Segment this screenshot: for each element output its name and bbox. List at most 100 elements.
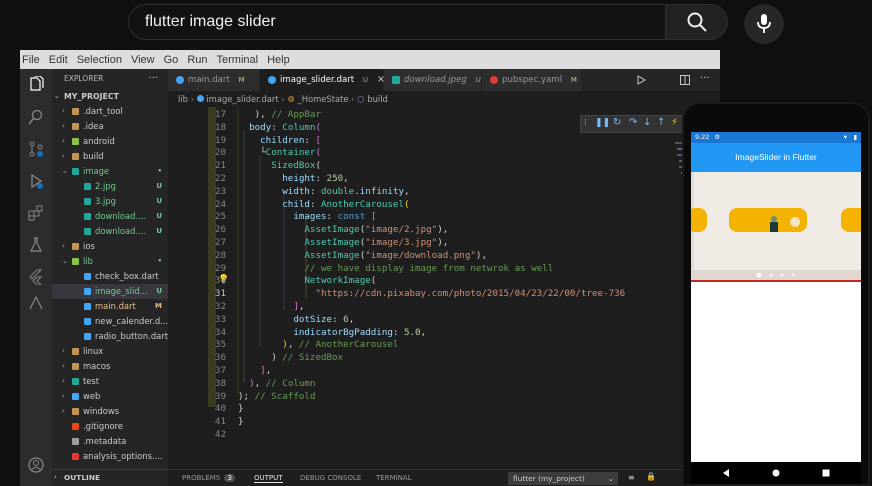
folder-item[interactable]: › android (52, 134, 168, 149)
clear-output-icon[interactable]: ≡ (628, 473, 635, 482)
tab-pubspec-yaml[interactable]: pubspec.yaml M (482, 69, 582, 91)
file-item[interactable]: .metadata (52, 434, 168, 449)
code-line[interactable]: AssetImage("image/3.jpg"), (238, 237, 448, 248)
tree-item-label: build (83, 151, 104, 161)
image-carousel[interactable] (691, 172, 861, 280)
code-line[interactable]: "https://cdn.pixabay.com/photo/2015/04/2… (238, 288, 625, 299)
code-line[interactable]: dotSize: 6, (238, 314, 354, 325)
code-line[interactable]: ), // AppBar (238, 109, 321, 120)
code-editor[interactable]: 💡 17 ), // AppBar 18 body: Column(19 chil… (168, 107, 720, 469)
code-line[interactable]: ) // SizedBox (238, 352, 343, 363)
project-root[interactable]: ⌄ MY_PROJECT (52, 89, 168, 104)
source-control-icon[interactable] (28, 141, 44, 157)
tab-image-slider-dart[interactable]: image_slider.dart U × (260, 69, 385, 91)
flutter-icon[interactable] (28, 269, 44, 285)
code-line[interactable]: body: Column( (238, 122, 321, 133)
code-line[interactable]: indicatorBgPadding: 5.0, (238, 327, 426, 338)
code-line[interactable]: ], (238, 365, 271, 376)
home-icon[interactable] (771, 468, 781, 478)
menu-terminal[interactable]: Terminal (217, 54, 259, 66)
folder-item[interactable]: › macos (52, 359, 168, 374)
file-item[interactable]: radio_button.dart (52, 329, 168, 344)
folder-item[interactable]: › .dart_tool (52, 104, 168, 119)
search-icon[interactable] (28, 109, 44, 125)
code-line[interactable]: AssetImage("image/2.jpg"), (238, 224, 448, 235)
file-icon (84, 183, 91, 190)
tab-terminal[interactable]: TERMINAL (376, 474, 412, 482)
output-channel-select[interactable]: flutter (my_project) ⌄ (508, 472, 618, 485)
voice-search-button[interactable] (744, 4, 784, 44)
folder-item[interactable]: › test (52, 374, 168, 389)
file-item[interactable]: main.dart M (52, 299, 168, 314)
lock-icon[interactable]: 🔒 (646, 472, 656, 481)
folder-item[interactable]: › .idea (52, 119, 168, 134)
tab-debug-console[interactable]: DEBUG CONSOLE (300, 474, 361, 482)
tab-output[interactable]: OUTPUT (254, 474, 283, 483)
tab-download-jpeg[interactable]: download.jpeg U (384, 69, 482, 91)
tree-item-label: linux (83, 346, 104, 356)
menu-help[interactable]: Help (267, 54, 290, 66)
code-line[interactable]: } (238, 403, 244, 414)
file-item[interactable]: download.... U (52, 209, 168, 224)
run-icon[interactable] (636, 75, 646, 85)
code-line[interactable]: images: const [ (238, 211, 376, 222)
folder-item[interactable]: › build (52, 149, 168, 164)
file-item[interactable]: .gitignore (52, 419, 168, 434)
recents-icon[interactable] (821, 468, 831, 478)
code-line[interactable]: height: 250, (238, 173, 348, 184)
code-line[interactable]: ); // Scaffold (238, 391, 315, 402)
file-item[interactable]: 2.jpg U (52, 179, 168, 194)
account-icon[interactable] (28, 457, 44, 473)
breadcrumb-method[interactable]: build (367, 94, 388, 104)
code-line[interactable]: AssetImage("image/download.png"), (238, 250, 487, 261)
folder-item[interactable]: › web (52, 389, 168, 404)
carousel-dots[interactable] (749, 271, 809, 279)
folder-item[interactable]: › windows (52, 404, 168, 419)
back-icon[interactable] (721, 468, 731, 478)
code-line[interactable]: child: AnotherCarousel( (238, 199, 409, 210)
code-line[interactable]: NetworkImage( (238, 275, 376, 286)
folder-item[interactable]: › linux (52, 344, 168, 359)
extensions-icon[interactable] (28, 205, 44, 221)
breadcrumb-file[interactable]: image_slider.dart (206, 94, 278, 104)
tree-item-label: check_box.dart (95, 271, 159, 281)
menu-file[interactable]: File (22, 54, 40, 66)
file-item[interactable]: analysis_options.... (52, 449, 168, 464)
menu-run[interactable]: Run (187, 54, 207, 66)
menu-selection[interactable]: Selection (77, 54, 122, 66)
outline-section[interactable]: › OUTLINE (52, 469, 168, 484)
more-actions-icon[interactable]: ··· (700, 73, 710, 84)
file-item[interactable]: download.... U (52, 224, 168, 239)
search-input[interactable]: flutter image slider (128, 4, 666, 40)
search-button[interactable] (665, 4, 728, 40)
breadcrumb-folder[interactable]: lib (178, 94, 188, 104)
split-editor-icon[interactable] (680, 75, 690, 85)
code-line[interactable]: ), // AnotherCarousel (238, 339, 398, 350)
code-line[interactable]: ), // Column (238, 378, 315, 389)
tab-main-dart[interactable]: main.dart M (168, 69, 260, 91)
testing-icon[interactable] (28, 237, 44, 253)
code-line[interactable]: ], (238, 301, 304, 312)
dependencies-icon[interactable] (28, 295, 44, 311)
menu-go[interactable]: Go (164, 54, 179, 66)
tab-problems[interactable]: PROBLEMS 3 (182, 474, 235, 482)
folder-item[interactable]: ⌄ image • (52, 164, 168, 179)
code-line[interactable]: children: [ (238, 135, 321, 146)
explorer-more-button[interactable]: ··· (148, 69, 158, 89)
folder-item[interactable]: › ios (52, 239, 168, 254)
code-line[interactable]: // we have display image from netwrok as… (238, 263, 553, 274)
files-icon[interactable] (28, 76, 44, 92)
folder-item[interactable]: ⌄ lib • (52, 254, 168, 269)
menu-view[interactable]: View (131, 54, 155, 66)
file-item[interactable]: new_calender.d... (52, 314, 168, 329)
code-line[interactable]: └Container( (238, 147, 321, 158)
breadcrumb-class[interactable]: _HomeState (298, 94, 349, 104)
run-debug-icon[interactable] (28, 173, 44, 189)
code-line[interactable]: SizedBox( (238, 160, 321, 171)
menu-edit[interactable]: Edit (49, 54, 68, 66)
file-item[interactable]: check_box.dart (52, 269, 168, 284)
file-item[interactable]: 3.jpg U (52, 194, 168, 209)
code-line[interactable]: } (238, 416, 244, 427)
code-line[interactable]: width: double.infinity, (238, 186, 409, 197)
file-item[interactable]: image_slid... U (52, 284, 168, 299)
